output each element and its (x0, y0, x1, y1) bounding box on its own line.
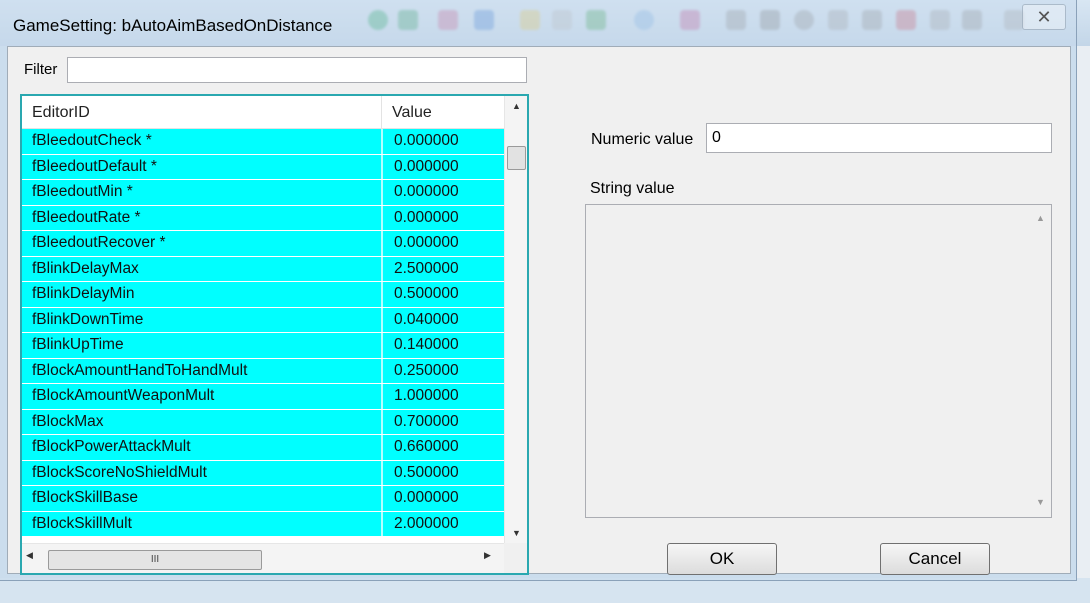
vertical-scrollbar[interactable]: ▲ ▼ (504, 96, 527, 543)
editorid-cell: fBlockScoreNoShieldMult (32, 463, 207, 481)
table-row[interactable]: fBlockSkillMult 2.000000 (22, 511, 504, 537)
editorid-cell: fBlinkDownTime (32, 310, 144, 328)
horizontal-scroll-thumb[interactable]: III (48, 550, 262, 570)
table-row[interactable]: fBlockAmountWeaponMult 1.000000 (22, 384, 504, 410)
column-divider (381, 282, 383, 307)
value-cell: 0.040000 (394, 310, 459, 328)
table-row[interactable]: fBleedoutRate * 0.000000 (22, 205, 504, 231)
value-cell: 0.500000 (394, 463, 459, 481)
value-cell: 1.000000 (394, 387, 459, 404)
scroll-right-icon[interactable]: ▶ (484, 550, 491, 561)
background-status (0, 578, 1090, 603)
value-cell: 0.250000 (394, 361, 459, 379)
editorid-cell: fBlockPowerAttackMult (32, 438, 191, 455)
editorid-cell: fBleedoutDefault * (32, 157, 157, 175)
column-divider (381, 435, 383, 460)
vertical-scroll-thumb[interactable] (507, 146, 526, 170)
scrollbar-corner (504, 543, 527, 573)
horizontal-scrollbar[interactable]: ◀ III ▶ (22, 543, 504, 573)
column-divider (381, 180, 383, 205)
game-settings-list[interactable]: EditorID Value fBleedoutCheck * 0.000000 f… (20, 94, 529, 575)
column-divider (381, 486, 383, 511)
table-row[interactable]: fBlockMax 0.700000 (22, 409, 504, 435)
table-row[interactable]: fBlockPowerAttackMult 0.660000 (22, 435, 504, 461)
string-scrollbar[interactable]: ▲ ▼ (1030, 205, 1051, 517)
string-value-field: ▲ ▼ (585, 204, 1052, 518)
table-row[interactable]: fBleedoutCheck * 0.000000 (22, 129, 504, 155)
scroll-up-icon[interactable]: ▲ (505, 96, 527, 116)
window-title: GameSetting: bAutoAimBasedOnDistance (13, 16, 333, 35)
value-cell: 0.000000 (394, 208, 459, 226)
editorid-cell: fBlockSkillMult (32, 514, 132, 532)
numeric-value-input[interactable] (706, 123, 1052, 153)
scroll-down-icon[interactable]: ▼ (1030, 497, 1051, 507)
scroll-down-icon[interactable]: ▼ (505, 523, 527, 543)
value-cell: 0.700000 (394, 412, 459, 430)
editorid-cell: fBlinkDelayMax (32, 259, 139, 277)
editorid-cell: fBlockSkillBase (32, 489, 138, 506)
editorid-cell: fBlockAmountWeaponMult (32, 387, 215, 404)
value-cell: 0.140000 (394, 336, 459, 353)
table-row[interactable]: fBlinkDelayMin 0.500000 (22, 282, 504, 308)
list-header: EditorID Value (22, 96, 504, 129)
table-row[interactable]: fBlinkUpTime 0.140000 (22, 333, 504, 359)
value-cell: 0.000000 (394, 489, 459, 506)
value-cell: 0.660000 (394, 438, 459, 455)
filter-input[interactable] (67, 57, 527, 83)
string-value-label: String value (590, 180, 675, 197)
editorid-cell: fBlockAmountHandToHandMult (32, 361, 248, 379)
column-divider (381, 307, 383, 332)
column-divider (381, 333, 383, 358)
column-divider (381, 129, 383, 154)
table-row[interactable]: fBlockScoreNoShieldMult 0.500000 (22, 460, 504, 486)
filter-label: Filter (24, 61, 58, 78)
editorid-cell: fBleedoutRate * (32, 208, 141, 226)
column-divider (381, 409, 383, 434)
column-divider (381, 460, 383, 485)
editorid-cell: fBlockMax (32, 412, 104, 430)
list-body: fBleedoutCheck * 0.000000 fBleedoutDefault… (22, 129, 504, 543)
value-cell: 0.000000 (394, 132, 459, 149)
editorid-cell: fBleedoutMin * (32, 183, 133, 200)
close-icon: ✕ (1036, 6, 1052, 27)
value-cell: 0.000000 (394, 234, 459, 251)
table-row[interactable]: fBlinkDelayMax 2.500000 (22, 256, 504, 282)
numeric-value-label: Numeric value (591, 131, 694, 148)
editorid-cell: fBlinkDelayMin (32, 285, 135, 302)
table-row[interactable]: fBlockAmountHandToHandMult 0.250000 (22, 358, 504, 384)
cancel-button[interactable]: Cancel (880, 543, 990, 575)
column-divider (381, 154, 383, 179)
column-divider (381, 511, 383, 536)
value-cell: 0.000000 (394, 183, 459, 200)
title-bar[interactable]: GameSetting: bAutoAimBasedOnDistance ✕ (0, 0, 1076, 48)
string-value-textarea[interactable] (586, 205, 1028, 517)
column-divider (381, 256, 383, 281)
background-panel (1076, 46, 1090, 603)
column-divider (381, 358, 383, 383)
close-button[interactable]: ✕ (1022, 4, 1066, 30)
value-cell: 2.500000 (394, 259, 459, 277)
table-row[interactable]: fBlockSkillBase 0.000000 (22, 486, 504, 512)
table-row[interactable]: fBlinkDownTime 0.040000 (22, 307, 504, 333)
column-divider (381, 384, 383, 409)
column-divider (381, 231, 383, 256)
table-row[interactable]: fBleedoutMin * 0.000000 (22, 180, 504, 206)
column-header-value[interactable]: Value (382, 96, 504, 128)
game-setting-dialog: GameSetting: bAutoAimBasedOnDistance ✕ F… (0, 0, 1077, 581)
table-row[interactable]: fBleedoutDefault * 0.000000 (22, 154, 504, 180)
editorid-cell: fBleedoutCheck * (32, 132, 152, 149)
scroll-up-icon[interactable]: ▲ (1030, 213, 1051, 223)
editorid-cell: fBleedoutRecover * (32, 234, 166, 251)
value-cell: 0.000000 (394, 157, 459, 175)
scroll-left-icon[interactable]: ◀ (26, 550, 33, 561)
editorid-cell: fBlinkUpTime (32, 336, 124, 353)
table-row[interactable]: fBleedoutRecover * 0.000000 (22, 231, 504, 257)
column-header-editorid[interactable]: EditorID (22, 96, 382, 128)
ok-button[interactable]: OK (667, 543, 777, 575)
value-cell: 2.000000 (394, 514, 459, 532)
value-cell: 0.500000 (394, 285, 459, 302)
dialog-client-area: Filter EditorID Value fBleedoutCheck * 0.… (7, 46, 1071, 575)
column-divider (381, 205, 383, 230)
